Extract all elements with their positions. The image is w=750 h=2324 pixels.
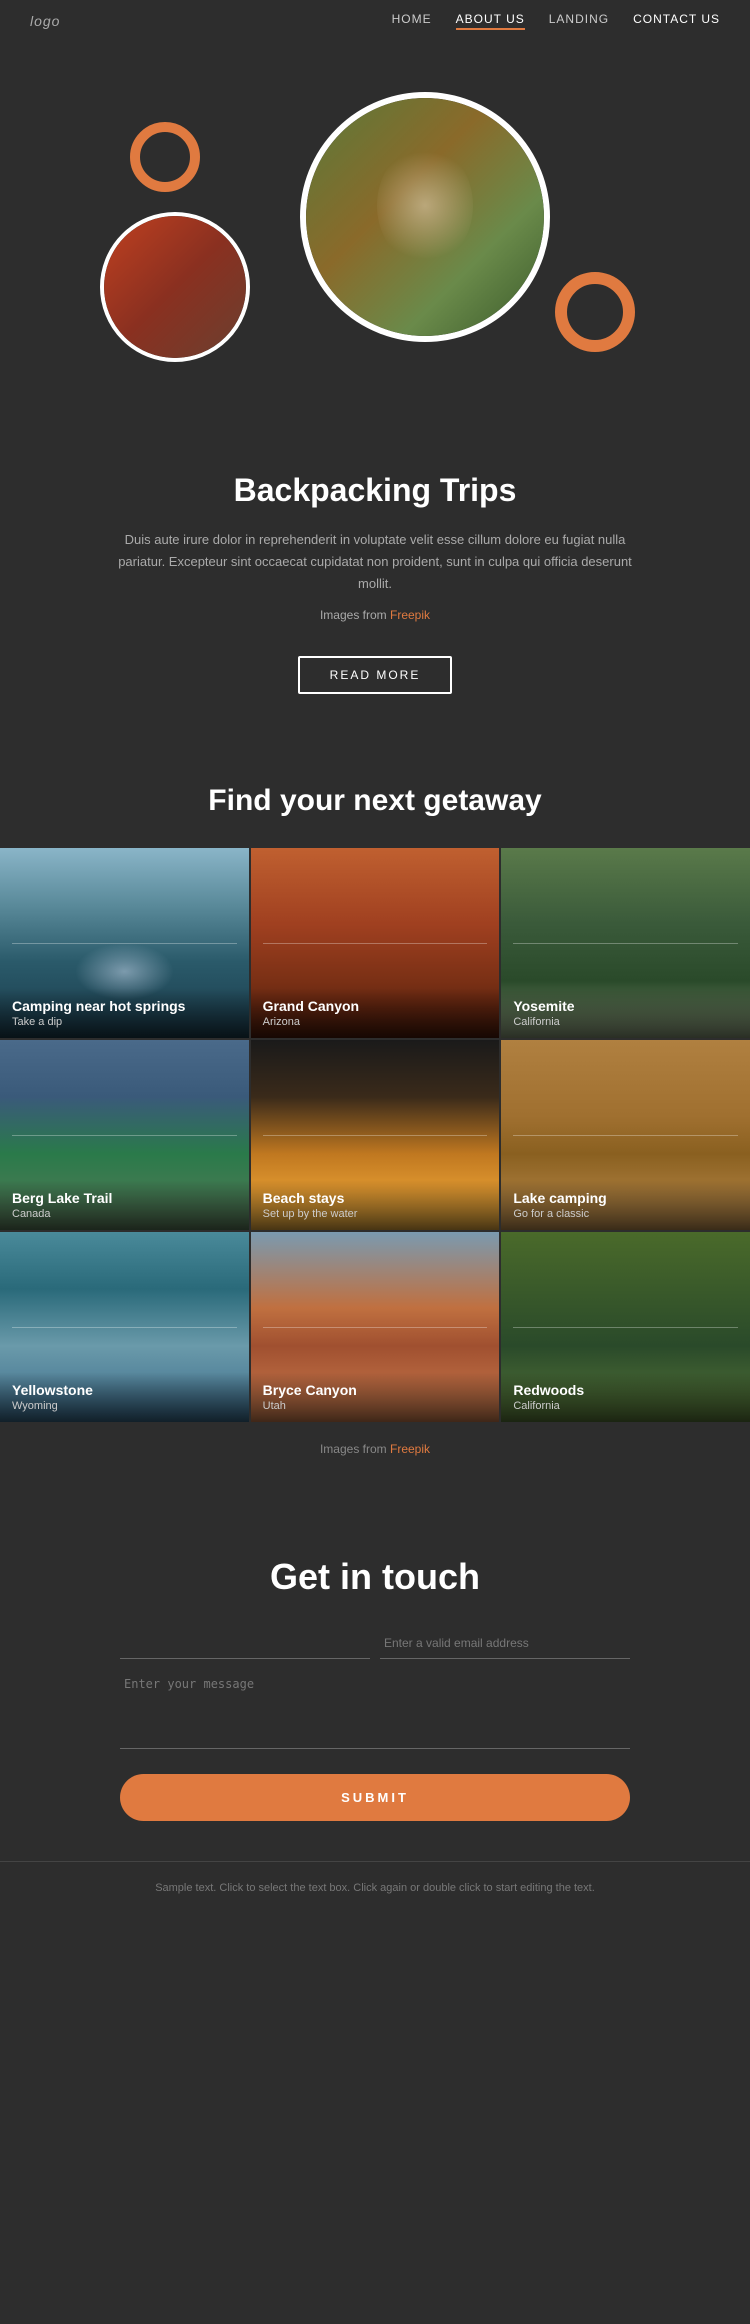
- redwoods-title: Redwoods: [513, 1382, 738, 1398]
- destination-hot-springs[interactable]: Camping near hot springs Take a dip: [0, 848, 249, 1038]
- yosemite-overlay: Yosemite California: [501, 988, 750, 1038]
- divider: [513, 943, 738, 944]
- bryce-canyon-title: Bryce Canyon: [263, 1382, 488, 1398]
- about-description: Duis aute irure dolor in reprehenderit i…: [100, 529, 650, 595]
- orange-ring-right: [555, 272, 635, 352]
- contact-title: Get in touch: [120, 1556, 630, 1598]
- nav-home[interactable]: HOME: [392, 12, 432, 30]
- hero-main-photo: [300, 92, 550, 342]
- lake-camping-subtitle: Go for a classic: [513, 1208, 738, 1220]
- yellowstone-overlay: Yellowstone Wyoming: [0, 1372, 249, 1422]
- form-name-email-row: [120, 1628, 630, 1659]
- divider: [513, 1327, 738, 1328]
- nav-about[interactable]: ABOUT US: [456, 12, 525, 30]
- grid-freepik-link[interactable]: Freepik: [390, 1442, 430, 1456]
- hot-springs-subtitle: Take a dip: [12, 1016, 237, 1028]
- divider: [263, 1327, 488, 1328]
- yellowstone-title: Yellowstone: [12, 1382, 237, 1398]
- about-section: Backpacking Trips Duis aute irure dolor …: [0, 422, 750, 734]
- destination-beach-stays[interactable]: Beach stays Set up by the water: [251, 1040, 500, 1230]
- lake-camping-title: Lake camping: [513, 1190, 738, 1206]
- grid-freepik-credit: Images from Freepik: [0, 1422, 750, 1476]
- getaway-title: Find your next getaway: [0, 784, 750, 818]
- email-input[interactable]: [380, 1628, 630, 1659]
- navigation: logo HOME ABOUT US LANDING CONTACT US: [0, 0, 750, 42]
- divider: [12, 1135, 237, 1136]
- redwoods-overlay: Redwoods California: [501, 1372, 750, 1422]
- read-more-button[interactable]: READ MORE: [298, 656, 453, 694]
- yosemite-subtitle: California: [513, 1016, 738, 1028]
- lake-camping-overlay: Lake camping Go for a classic: [501, 1180, 750, 1230]
- destinations-grid: Camping near hot springs Take a dip Gran…: [0, 848, 750, 1422]
- hero-section: [0, 42, 750, 422]
- destination-yellowstone[interactable]: Yellowstone Wyoming: [0, 1232, 249, 1422]
- destination-yosemite[interactable]: Yosemite California: [501, 848, 750, 1038]
- grand-canyon-title: Grand Canyon: [263, 998, 488, 1014]
- destination-lake-camping[interactable]: Lake camping Go for a classic: [501, 1040, 750, 1230]
- nav-contact[interactable]: CONTACT US: [633, 12, 720, 30]
- redwoods-subtitle: California: [513, 1400, 738, 1412]
- about-title: Backpacking Trips: [100, 472, 650, 509]
- logo: logo: [30, 13, 60, 29]
- hero-small-photo: [100, 212, 250, 362]
- beach-stays-overlay: Beach stays Set up by the water: [251, 1180, 500, 1230]
- beach-stays-subtitle: Set up by the water: [263, 1208, 488, 1220]
- destination-grand-canyon[interactable]: Grand Canyon Arizona: [251, 848, 500, 1038]
- divider: [12, 943, 237, 944]
- divider: [263, 1135, 488, 1136]
- submit-button[interactable]: SUBMIT: [120, 1774, 630, 1821]
- orange-ring-top: [130, 122, 200, 192]
- contact-section: Get in touch SUBMIT: [0, 1496, 750, 1861]
- hot-springs-title: Camping near hot springs: [12, 998, 237, 1014]
- freepik-link[interactable]: Freepik: [390, 608, 430, 622]
- destination-redwoods[interactable]: Redwoods California: [501, 1232, 750, 1422]
- grand-canyon-subtitle: Arizona: [263, 1016, 488, 1028]
- berg-lake-title: Berg Lake Trail: [12, 1190, 237, 1206]
- beach-stays-title: Beach stays: [263, 1190, 488, 1206]
- nav-links: HOME ABOUT US LANDING CONTACT US: [392, 12, 720, 30]
- bryce-canyon-subtitle: Utah: [263, 1400, 488, 1412]
- message-textarea[interactable]: [120, 1669, 630, 1749]
- footer-text: Sample text. Click to select the text bo…: [155, 1882, 595, 1894]
- yellowstone-subtitle: Wyoming: [12, 1400, 237, 1412]
- berg-lake-subtitle: Canada: [12, 1208, 237, 1220]
- yosemite-title: Yosemite: [513, 998, 738, 1014]
- getaway-section: Find your next getaway Camping near hot …: [0, 734, 750, 1496]
- footer: Sample text. Click to select the text bo…: [0, 1861, 750, 1914]
- divider: [513, 1135, 738, 1136]
- destination-bryce-canyon[interactable]: Bryce Canyon Utah: [251, 1232, 500, 1422]
- hot-springs-overlay: Camping near hot springs Take a dip: [0, 988, 249, 1038]
- bryce-canyon-overlay: Bryce Canyon Utah: [251, 1372, 500, 1422]
- divider: [12, 1327, 237, 1328]
- grand-canyon-overlay: Grand Canyon Arizona: [251, 988, 500, 1038]
- divider: [263, 943, 488, 944]
- destination-berg-lake[interactable]: Berg Lake Trail Canada: [0, 1040, 249, 1230]
- freepik-credit: Images from Freepik: [100, 605, 650, 625]
- nav-landing[interactable]: LANDING: [549, 12, 609, 30]
- name-input[interactable]: [120, 1628, 370, 1659]
- berg-lake-overlay: Berg Lake Trail Canada: [0, 1180, 249, 1230]
